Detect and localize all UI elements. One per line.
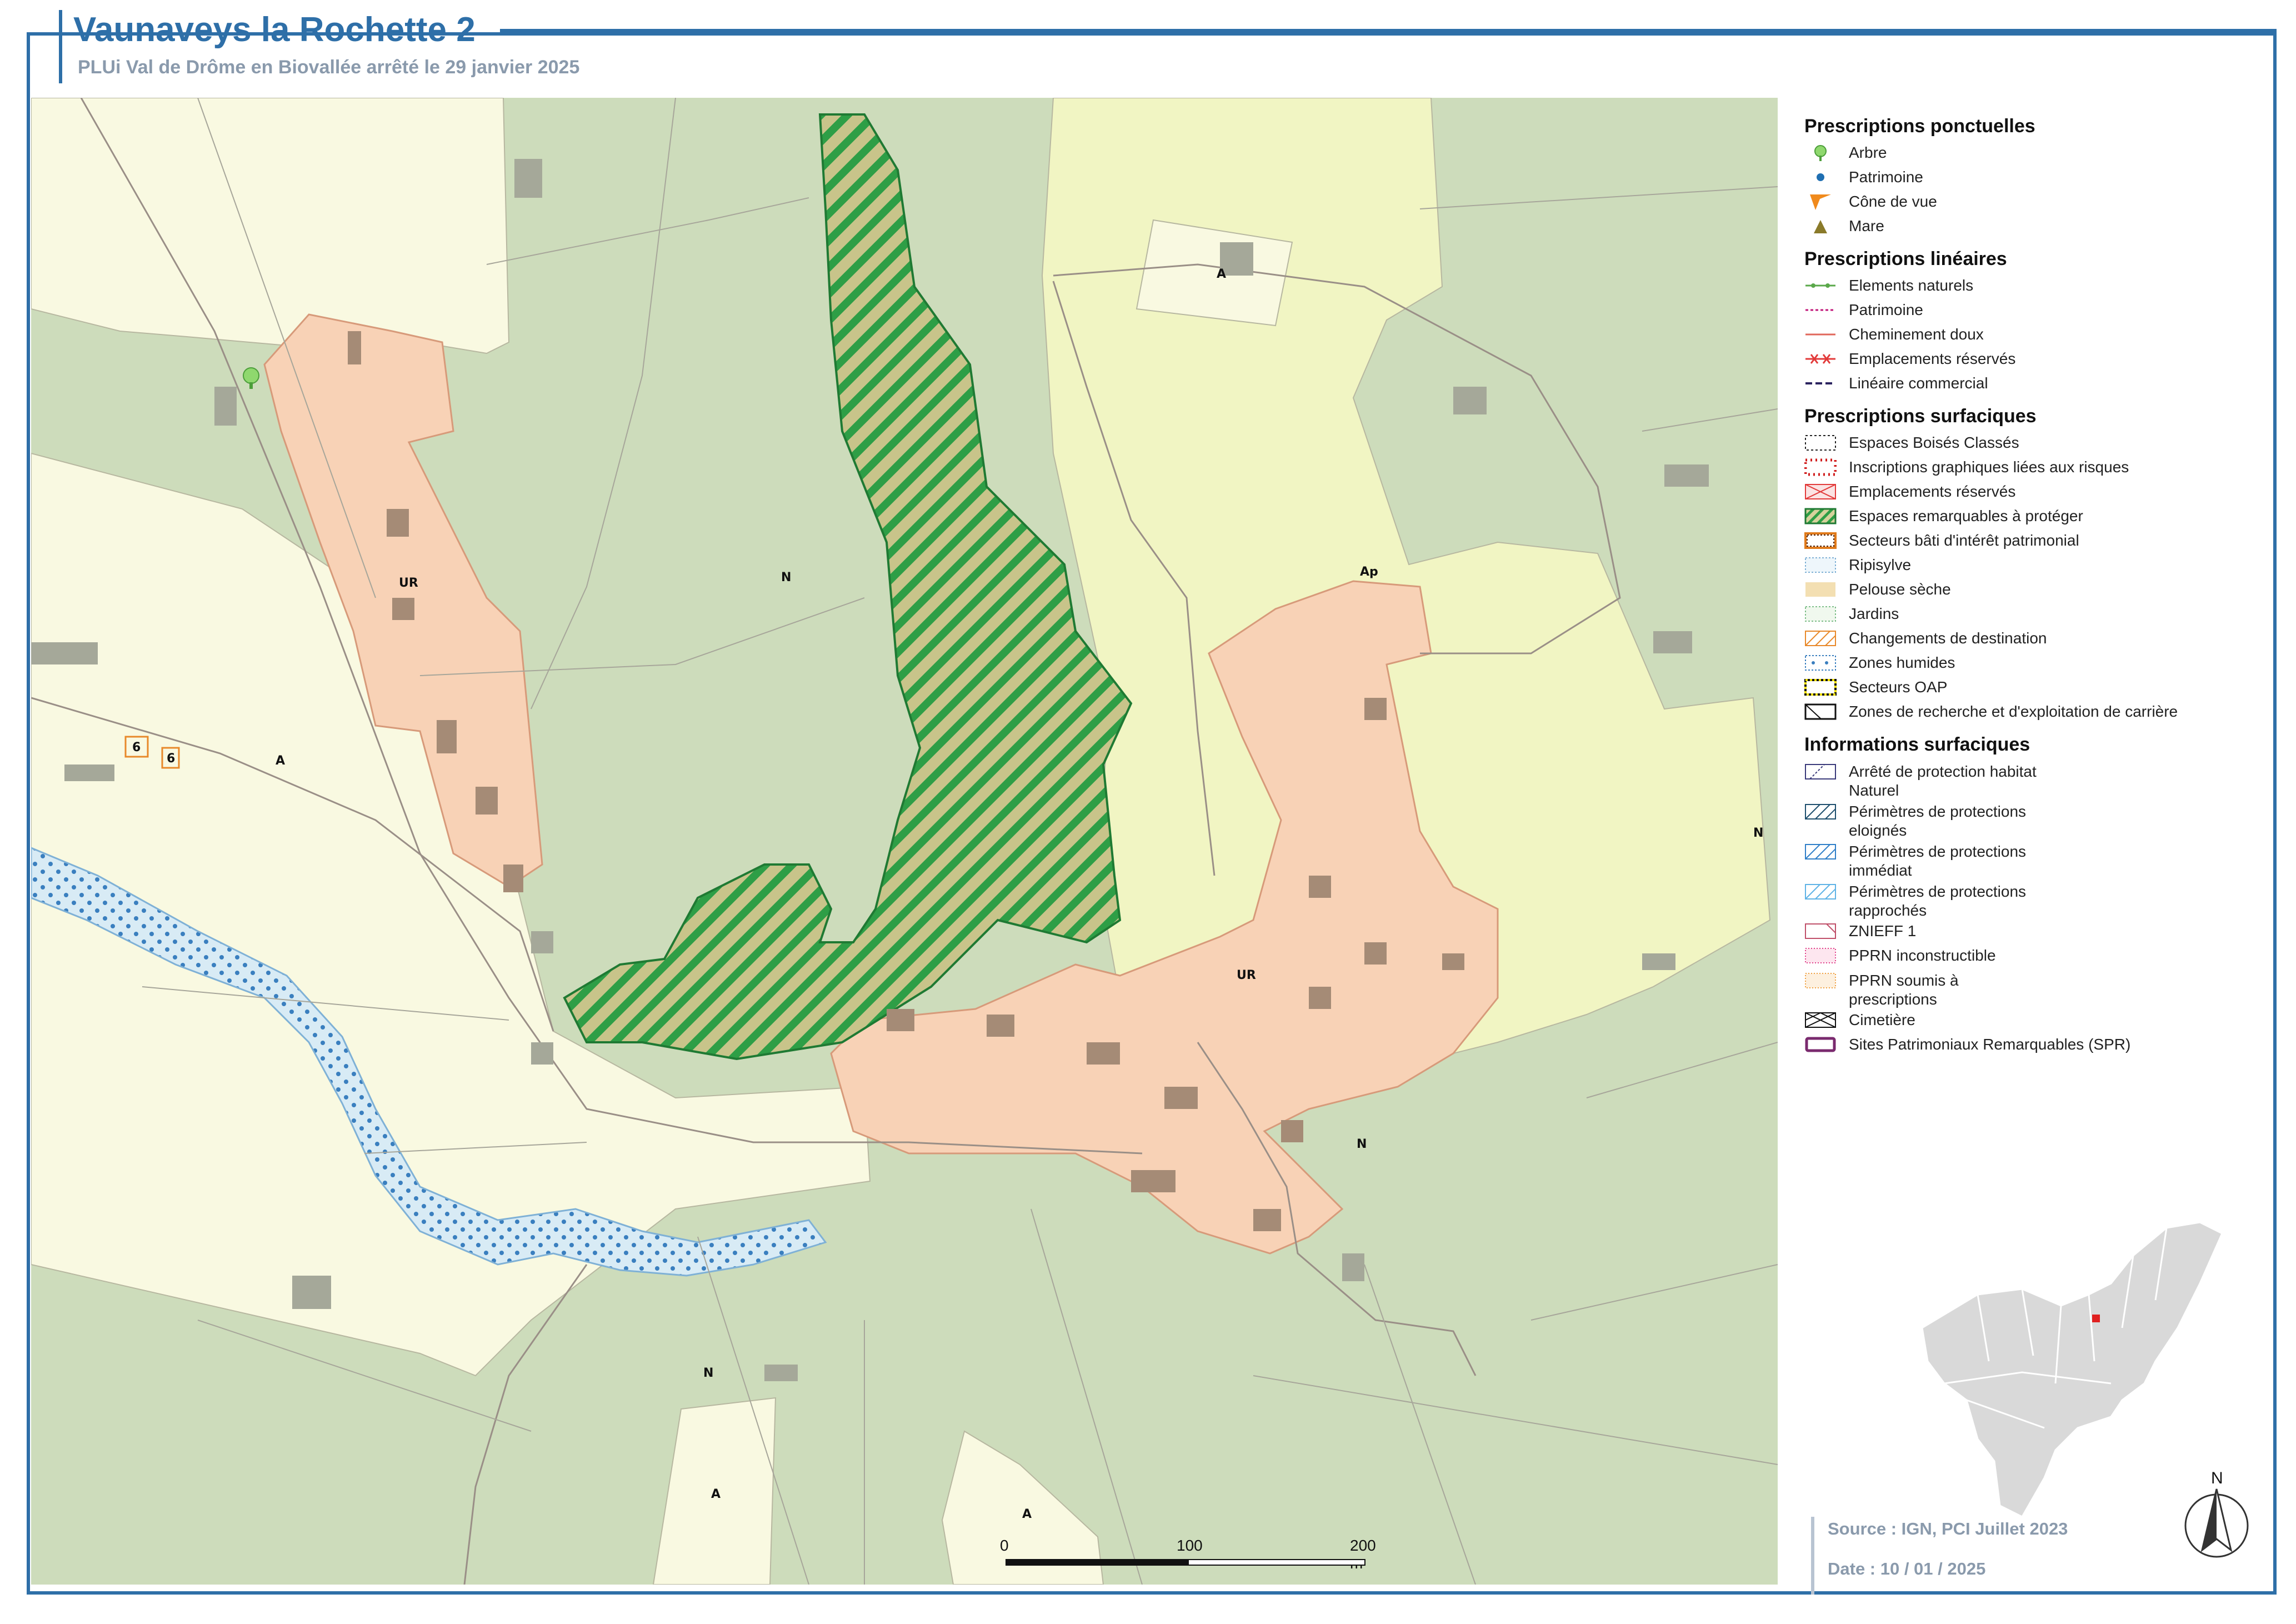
remarkable-space-swatch	[1804, 507, 1837, 526]
legend-item-znieff: ZNIEFF 1	[1804, 919, 2260, 943]
legend-item-ripisylve: Ripisylve	[1804, 553, 2260, 577]
commercial-line-icon	[1804, 374, 1837, 393]
quarry-swatch	[1804, 702, 1837, 721]
pprn-red-swatch	[1804, 946, 1837, 965]
close-perimeter-swatch	[1804, 882, 1837, 901]
heritage-line-icon	[1804, 301, 1837, 319]
cemetery-swatch	[1804, 1011, 1837, 1030]
scale-label-200: 200 m	[1350, 1537, 1376, 1572]
legend-item-emplacements-surface: Emplacements réservés	[1804, 479, 2260, 504]
change-destination-swatch	[1804, 629, 1837, 648]
locator-commune-highlight	[2092, 1315, 2100, 1322]
scale-segment-black	[1006, 1559, 1188, 1566]
scale-bar: 0 100 200 m	[1000, 1537, 1378, 1587]
source-text: Source : IGN, PCI Juillet 2023	[1828, 1519, 2068, 1538]
zone-label-n-2: N	[1753, 826, 1763, 840]
zone-label-n-3: N	[1357, 1137, 1367, 1151]
zone-label-n-4: N	[703, 1366, 713, 1380]
map-legend: Prescriptions ponctuelles Arbre Patrimoi…	[1804, 106, 2260, 1057]
zone-label-a-2: A	[1217, 267, 1226, 281]
legend-item-spr: Sites Patrimoniaux Remarquables (SPR)	[1804, 1032, 2260, 1057]
reserved-line-icon	[1804, 349, 1837, 368]
natural-line-icon	[1804, 276, 1837, 295]
legend-item-cone: Cône de vue	[1804, 189, 2260, 214]
legend-item-cimetiere: Cimetière	[1804, 1008, 2260, 1032]
reserved-area-swatch	[1804, 482, 1837, 501]
legend-title-lineaires: Prescriptions linéaires	[1804, 248, 2007, 269]
legend-item-patrimoine-line: Patrimoine	[1804, 298, 2260, 322]
legend-item-lineaire-commercial: Linéaire commercial	[1804, 371, 2260, 396]
legend-item-pprn-prescriptions: PPRN soumis à prescriptions	[1804, 968, 2260, 1008]
legend-item-zones-humides: Zones humides	[1804, 651, 2260, 675]
legend-item-oap: Secteurs OAP	[1804, 675, 2260, 699]
legend-title-surfaciques: Prescriptions surfaciques	[1804, 406, 2037, 427]
map-canvas[interactable]: 6 6 UR A N A Ap N UR N N A A	[31, 98, 1778, 1585]
legend-item-patrimoine-point: Patrimoine	[1804, 165, 2260, 189]
legend-item-mare: Mare	[1804, 214, 2260, 238]
north-arrow: N	[2178, 1467, 2255, 1561]
soft-path-icon	[1804, 325, 1837, 344]
legend-item-elements-naturels: Elements naturels	[1804, 273, 2260, 298]
oap-swatch	[1804, 678, 1837, 697]
zone-label-n-1: N	[781, 571, 791, 584]
zone-label-ur-1: UR	[399, 576, 418, 590]
zone-label-ur-2: UR	[1237, 968, 1256, 982]
dry-lawn-swatch	[1804, 580, 1837, 599]
heritage-dot-icon	[1804, 168, 1837, 187]
tree-icon	[1804, 143, 1837, 162]
legend-title-ponctuelles: Prescriptions ponctuelles	[1804, 116, 2035, 137]
ebc-swatch	[1804, 433, 1837, 452]
locator-territory	[1921, 1221, 2223, 1518]
legend-item-cheminement: Cheminement doux	[1804, 322, 2260, 347]
spr-swatch	[1804, 1035, 1837, 1054]
footer-accent	[1811, 1517, 1814, 1595]
north-label: N	[2211, 1469, 2223, 1487]
legend-item-ebc: Espaces Boisés Classés	[1804, 431, 2260, 455]
date-text: Date : 10 / 01 / 2025	[1828, 1559, 1986, 1578]
legend-item-risques: Inscriptions graphiques liées aux risque…	[1804, 455, 2260, 479]
legend-item-perimetres-eloignes: Périmètres de protections eloignés	[1804, 799, 2260, 839]
pond-triangle-icon	[1804, 217, 1837, 236]
scale-label-0: 0	[1000, 1537, 1009, 1554]
cd-label-2: 6	[167, 752, 175, 766]
cd-label-1: 6	[132, 741, 141, 754]
immediate-perimeter-swatch	[1804, 842, 1837, 861]
legend-item-perimetres-rapproches: Périmètres de protections rapprochés	[1804, 879, 2260, 919]
heritage-sector-swatch	[1804, 531, 1837, 550]
legend-item-secteurs-bati: Secteurs bâti d'intérêt patrimonial	[1804, 528, 2260, 553]
habitat-protection-swatch	[1804, 762, 1837, 781]
legend-item-changements: Changements de destination	[1804, 626, 2260, 651]
wetland-swatch	[1804, 653, 1837, 672]
zone-label-a-1: A	[276, 754, 285, 768]
legend-item-arbre: Arbre	[1804, 141, 2260, 165]
legend-title-informations: Informations surfaciques	[1804, 734, 2030, 755]
legend-item-pprn-inconstructible: PPRN inconstructible	[1804, 943, 2260, 968]
ripisylve-swatch	[1804, 556, 1837, 574]
zone-label-a-3: A	[711, 1487, 721, 1501]
legend-item-espaces-remarquables: Espaces remarquables à protéger	[1804, 504, 2260, 528]
zone-label-a-4: A	[1022, 1507, 1032, 1521]
far-perimeter-swatch	[1804, 802, 1837, 821]
view-cone-icon	[1804, 192, 1837, 211]
legend-item-perimetres-immediat: Périmètres de protections immédiat	[1804, 839, 2260, 879]
pprn-orange-swatch	[1804, 971, 1837, 990]
legend-item-arrete: Arrêté de protection habitat Naturel	[1804, 759, 2260, 799]
legend-item-pelouse: Pelouse sèche	[1804, 577, 2260, 602]
zoning-map[interactable]: 6 6 UR A N A Ap N UR N N A A	[31, 98, 1778, 1585]
risk-swatch	[1804, 458, 1837, 477]
znieff-swatch	[1804, 922, 1837, 941]
garden-swatch	[1804, 604, 1837, 623]
zone-label-ap: Ap	[1360, 565, 1378, 579]
legend-item-emplacements-line: Emplacements réservés	[1804, 347, 2260, 371]
scale-segment-white	[1188, 1559, 1365, 1566]
scale-label-100: 100	[1177, 1537, 1203, 1554]
legend-item-jardins: Jardins	[1804, 602, 2260, 626]
legend-item-carriere: Zones de recherche et d'exploitation de …	[1804, 699, 2260, 724]
